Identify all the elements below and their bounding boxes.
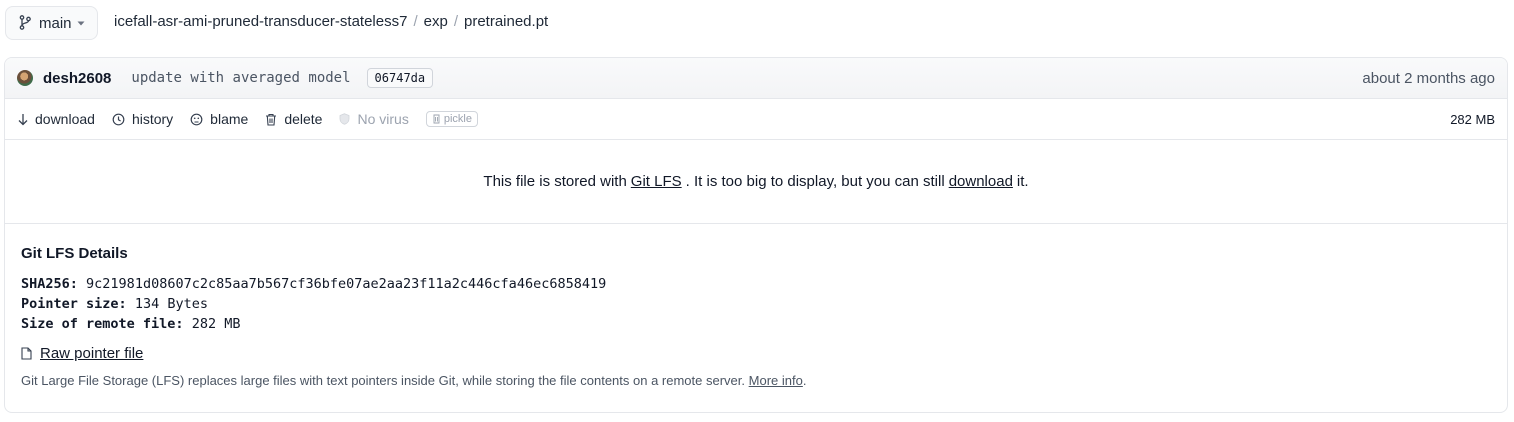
blame-face-icon [190, 113, 203, 126]
download-link[interactable]: download [949, 173, 1013, 190]
breadcrumb: icefall-asr-ami-pruned-transducer-statel… [114, 13, 548, 30]
pointer-size-label: Pointer size: [21, 296, 127, 312]
branch-selector-button[interactable]: main [5, 6, 98, 40]
remote-size-line: Size of remote file: 282 MB [21, 314, 1491, 334]
file-actions-row: download history blame delete No virus p… [5, 99, 1507, 140]
top-bar: main icefall-asr-ami-pruned-transducer-s… [0, 0, 1514, 46]
branch-label: main [39, 14, 72, 32]
lfs-details-section: Git LFS Details SHA256: 9c21981d08607c2c… [5, 224, 1507, 388]
sha256-value: 9c21981d08607c2c85aa7b567cf36bfe07ae2aa2… [86, 276, 607, 292]
trash-icon [265, 113, 277, 126]
commit-time: about 2 months ago [1362, 69, 1495, 87]
arrow-down-icon [18, 113, 28, 126]
file-card: desh2608 update with averaged model 0674… [4, 57, 1508, 413]
pickle-jar-icon [432, 114, 441, 124]
pickle-badge[interactable]: pickle [425, 111, 478, 127]
pointer-size-value: 134 Bytes [134, 296, 208, 312]
lfs-message-text: This file is stored with [483, 173, 627, 190]
breadcrumb-repo-link[interactable]: icefall-asr-ami-pruned-transducer-statel… [114, 13, 407, 30]
last-commit-row: desh2608 update with averaged model 0674… [5, 58, 1507, 99]
history-label: history [131, 111, 174, 127]
lfs-details-title: Git LFS Details [21, 245, 128, 262]
shield-icon [339, 113, 350, 125]
download-button[interactable]: download [18, 111, 95, 127]
avatar[interactable] [17, 70, 33, 86]
commit-message[interactable]: update with averaged model [131, 70, 350, 86]
history-button[interactable]: history [112, 111, 173, 127]
remote-size-label: Size of remote file: [21, 316, 184, 332]
blame-label: blame [210, 111, 249, 127]
breadcrumb-separator: / [453, 13, 458, 30]
sha256-label: SHA256: [21, 276, 78, 292]
virus-scan-status: No virus [339, 111, 409, 127]
breadcrumb-file: pretrained.pt [463, 13, 549, 30]
breadcrumb-separator: / [413, 13, 418, 30]
clock-icon [112, 113, 125, 126]
virus-scan-label: No virus [357, 111, 409, 127]
lfs-too-big-message: This file is stored with Git LFS . It is… [5, 140, 1507, 224]
lfs-message-text: it. [1016, 173, 1029, 190]
download-label: download [35, 111, 95, 127]
pointer-size-line: Pointer size: 134 Bytes [21, 294, 1491, 314]
raw-pointer-row: Raw pointer file [21, 345, 1491, 362]
breadcrumb-folder-link[interactable]: exp [424, 13, 448, 30]
more-info-link[interactable]: More info [749, 373, 803, 388]
commit-sha-badge[interactable]: 06747da [366, 68, 434, 88]
file-icon [21, 347, 32, 360]
lfs-note-text: Git Large File Storage (LFS) replaces la… [21, 373, 746, 388]
commit-author[interactable]: desh2608 [43, 70, 111, 87]
pickle-label: pickle [443, 113, 472, 125]
delete-label: delete [284, 111, 323, 127]
raw-pointer-file-link[interactable]: Raw pointer file [40, 345, 143, 362]
blame-button[interactable]: blame [190, 111, 248, 127]
caret-down-icon [77, 21, 85, 26]
sha256-line: SHA256: 9c21981d08607c2c85aa7b567cf36bfe… [21, 274, 1491, 294]
lfs-explanation-note: Git Large File Storage (LFS) replaces la… [21, 373, 1491, 388]
remote-size-value: 282 MB [191, 316, 241, 332]
file-size: 282 MB [1450, 111, 1495, 127]
git-branch-icon [19, 15, 33, 31]
lfs-note-end: . [802, 373, 807, 388]
delete-button[interactable]: delete [265, 111, 322, 127]
lfs-message-text: . It is too big to display, but you can … [685, 173, 945, 190]
git-lfs-link[interactable]: Git LFS [631, 173, 682, 190]
